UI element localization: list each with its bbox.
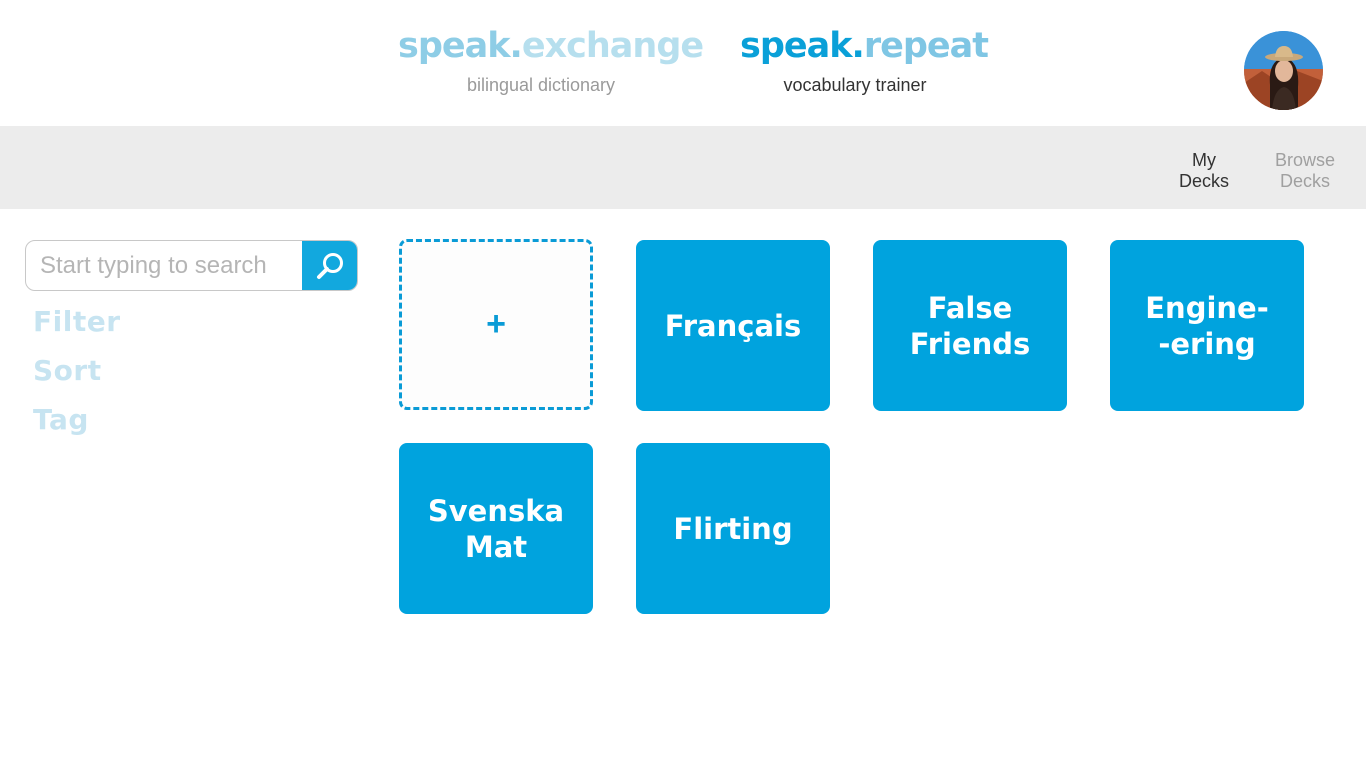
top-navigation: My Decks Browse Decks — [0, 126, 1366, 209]
deck-label: Français — [664, 308, 802, 343]
brand-name: speak.repeat — [740, 26, 989, 66]
nav-browse-decks[interactable]: Browse Decks — [1268, 150, 1342, 192]
deck-card[interactable]: Svenska Mat — [399, 443, 593, 614]
deck-card[interactable]: False Friends — [873, 240, 1067, 411]
sidebar-filter-link[interactable]: Filter — [33, 305, 121, 338]
deck-card[interactable]: Engine- -ering — [1110, 240, 1304, 411]
app-header: speak.exchange bilingual dictionary spea… — [0, 0, 1366, 126]
user-avatar[interactable] — [1244, 31, 1323, 110]
nav-my-decks[interactable]: My Decks — [1170, 150, 1238, 192]
deck-label: Svenska Mat — [427, 493, 565, 564]
deck-card[interactable]: Flirting — [636, 443, 830, 614]
sidebar-sort-link[interactable]: Sort — [33, 354, 102, 387]
search-icon — [317, 252, 343, 279]
brand-speak-repeat[interactable]: speak.repeat vocabulary trainer — [740, 26, 989, 96]
brand-speak-exchange[interactable]: speak.exchange bilingual dictionary — [398, 26, 704, 96]
brand-subtitle: bilingual dictionary — [466, 75, 616, 95]
brand-name: speak.exchange — [398, 26, 704, 66]
user-avatar-photo-icon — [1244, 31, 1323, 110]
search-button[interactable] — [302, 241, 357, 290]
search-box — [25, 240, 358, 291]
deck-label: False Friends — [909, 290, 1031, 361]
brand-subtitle: vocabulary trainer — [783, 75, 927, 95]
add-deck-button[interactable]: + — [399, 239, 593, 410]
sidebar-tag-link[interactable]: Tag — [33, 403, 89, 436]
plus-icon: + — [486, 305, 506, 343]
search-input[interactable] — [26, 241, 303, 290]
deck-card[interactable]: Français — [636, 240, 830, 411]
deck-label: Engine- -ering — [1145, 290, 1269, 361]
deck-label: Flirting — [673, 511, 793, 546]
